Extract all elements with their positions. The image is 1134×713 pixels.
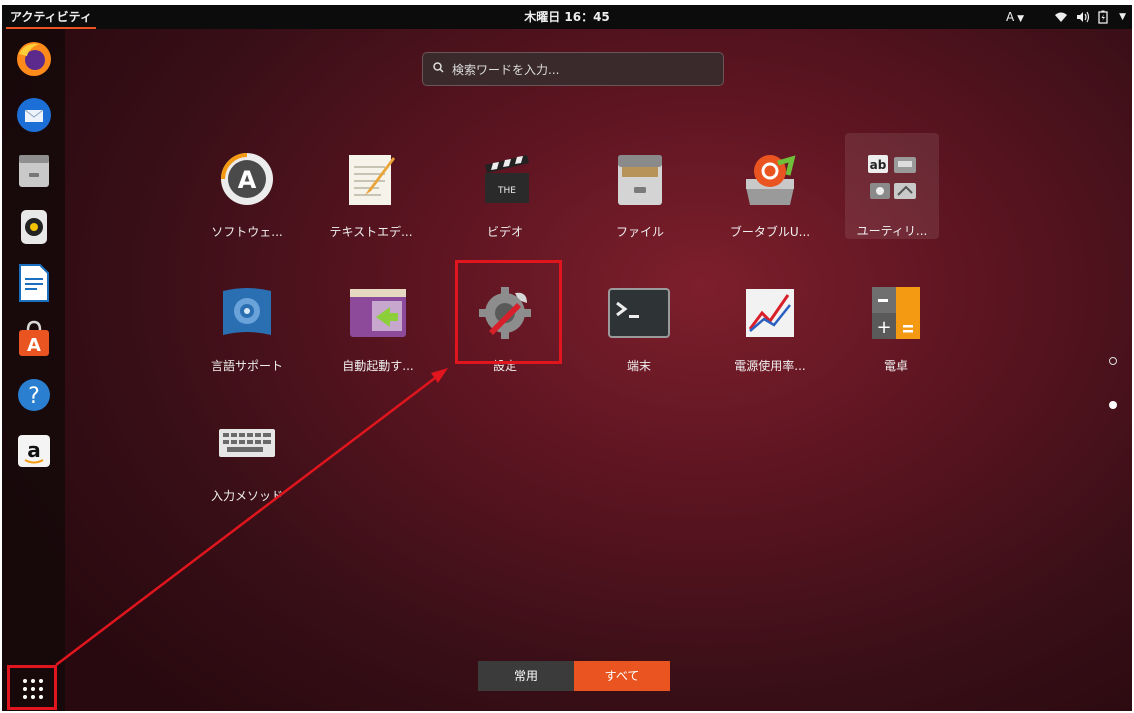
desktop-screen: アクティビティ 木曜日 16：45 A ▼ ▼ A ? a 検索ワードを入力..… (2, 5, 1132, 711)
page-indicator-1[interactable] (1109, 357, 1117, 365)
annotation-arrow (55, 368, 448, 666)
page-indicator-2[interactable] (1109, 401, 1117, 409)
tab-all[interactable]: すべて (574, 661, 670, 691)
view-tabs: 常用 すべて (478, 661, 670, 691)
tab-frequent[interactable]: 常用 (478, 661, 574, 691)
